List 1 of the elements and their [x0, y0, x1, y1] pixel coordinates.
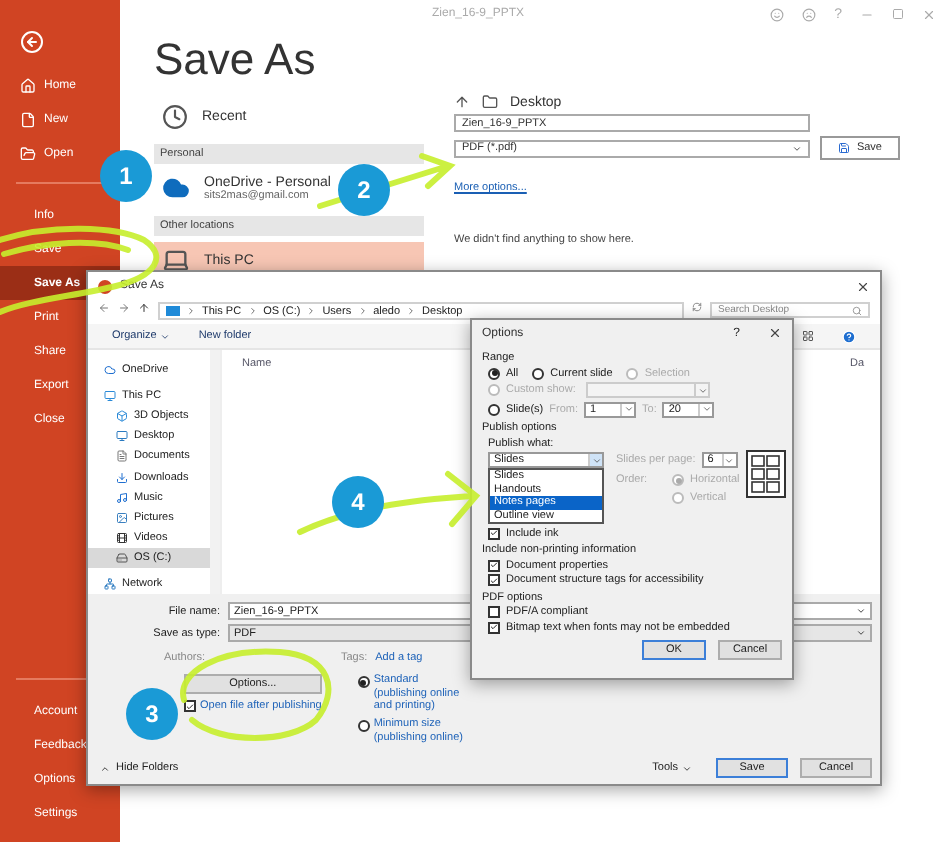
page-heading: Save As [154, 34, 316, 86]
